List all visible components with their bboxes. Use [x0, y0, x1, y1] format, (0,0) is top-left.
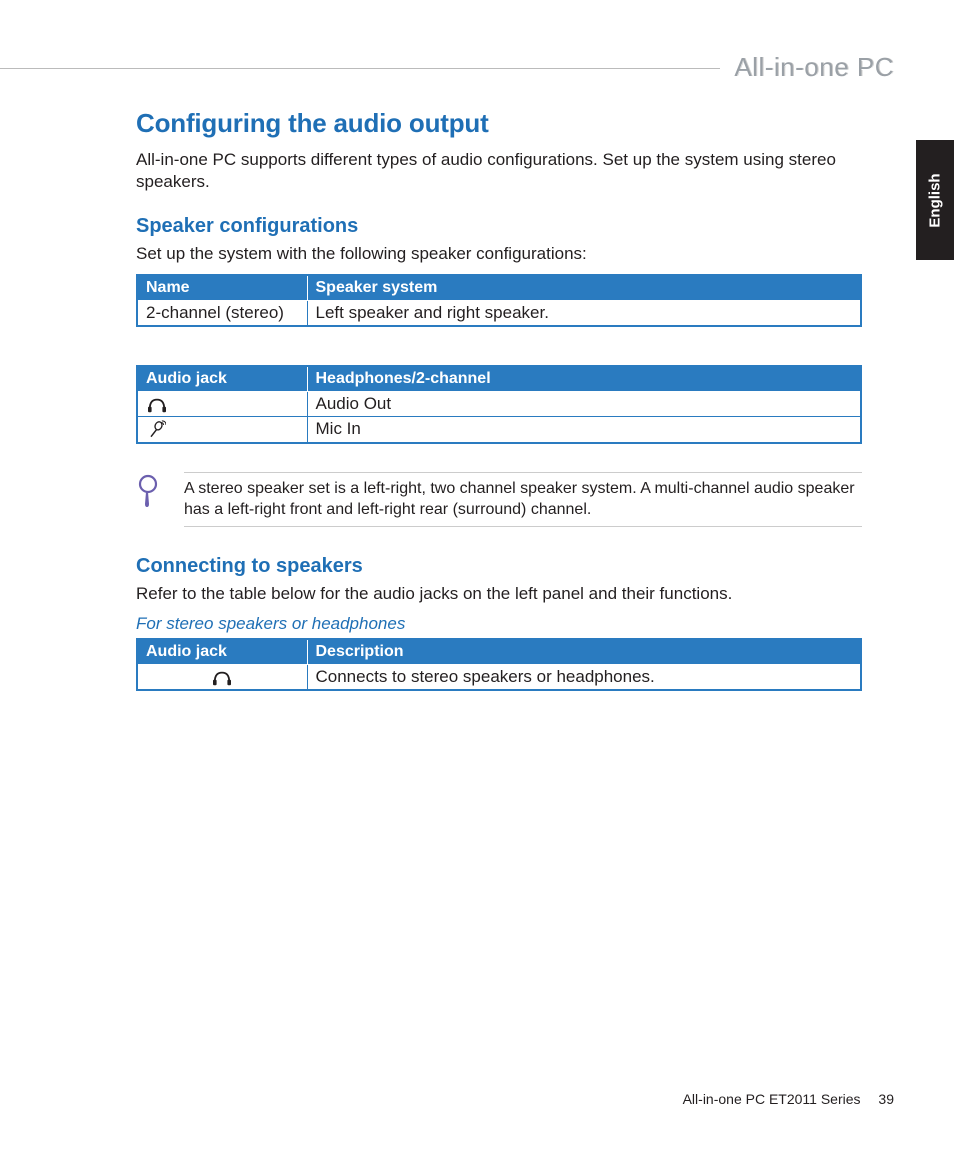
col-name: Name	[137, 275, 307, 301]
note-callout: A stereo speaker set is a left-right, tw…	[136, 472, 862, 528]
speaker-config-lead: Set up the system with the following spe…	[136, 244, 862, 264]
page-footer: All-in-one PC ET2011 Series 39	[683, 1091, 894, 1107]
mic-icon	[146, 420, 166, 440]
table-row: Audio Out	[137, 392, 861, 417]
headphone-icon	[146, 396, 168, 414]
note-text: A stereo speaker set is a left-right, tw…	[184, 472, 862, 528]
speaker-config-heading: Speaker configurations	[136, 215, 862, 238]
table-header-row: Name Speaker system	[137, 275, 861, 301]
col-audio-jack: Audio jack	[137, 639, 307, 665]
magnifier-icon	[136, 472, 164, 515]
table-header-row: Audio jack Headphones/2-channel	[137, 366, 861, 392]
headphone-icon	[211, 669, 233, 687]
stereo-subhead: For stereo speakers or headphones	[136, 614, 862, 634]
cell-jack-icon	[137, 417, 307, 443]
language-tab: English	[916, 140, 954, 260]
col-headphones: Headphones/2-channel	[307, 366, 861, 392]
cell-speaker-system: Left speaker and right speaker.	[307, 301, 861, 327]
footer-series: All-in-one PC ET2011 Series	[683, 1091, 861, 1107]
cell-audio-out: Audio Out	[307, 392, 861, 417]
header-rule	[0, 68, 720, 69]
cell-description: Connects to stereo speakers or headphone…	[307, 665, 861, 691]
cell-jack-icon	[137, 665, 307, 691]
col-description: Description	[307, 639, 861, 665]
connecting-table: Audio jack Description Connects to stere…	[136, 638, 862, 691]
intro-paragraph: All-in-one PC supports different types o…	[136, 149, 862, 193]
page-title: Configuring the audio output	[136, 108, 862, 139]
col-speaker-system: Speaker system	[307, 275, 861, 301]
page-number: 39	[878, 1091, 894, 1107]
audio-jack-table: Audio jack Headphones/2-channel Audio Ou…	[136, 365, 862, 444]
speaker-config-table: Name Speaker system 2-channel (stereo) L…	[136, 274, 862, 327]
connecting-lead: Refer to the table below for the audio j…	[136, 584, 862, 604]
cell-jack-icon	[137, 392, 307, 417]
brand-label: All-in-one PC	[734, 52, 894, 83]
cell-mic-in: Mic In	[307, 417, 861, 443]
table-row: Connects to stereo speakers or headphone…	[137, 665, 861, 691]
col-audio-jack: Audio jack	[137, 366, 307, 392]
table-row: Mic In	[137, 417, 861, 443]
table-header-row: Audio jack Description	[137, 639, 861, 665]
language-tab-label: English	[927, 173, 944, 227]
page-content: Configuring the audio output All-in-one …	[136, 108, 862, 691]
cell-name: 2-channel (stereo)	[137, 301, 307, 327]
table-row: 2-channel (stereo) Left speaker and righ…	[137, 301, 861, 327]
connecting-heading: Connecting to speakers	[136, 555, 862, 578]
